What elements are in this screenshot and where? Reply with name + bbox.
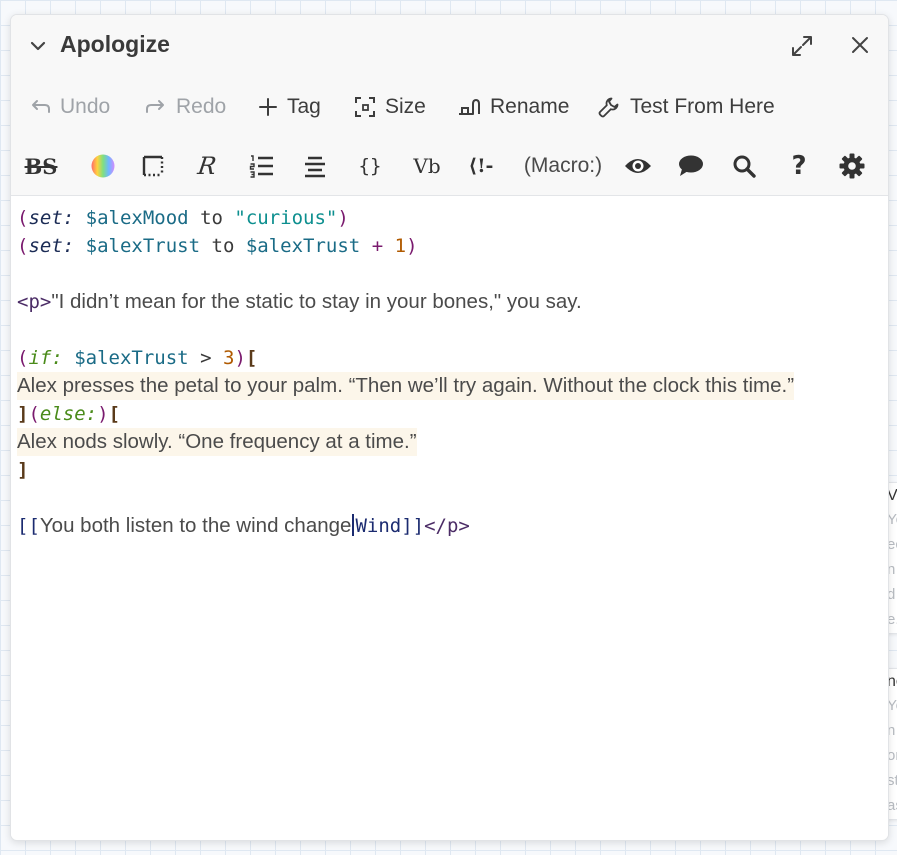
braces-label: {}	[358, 155, 382, 177]
dotted-border-icon	[142, 155, 164, 177]
border-button[interactable]	[140, 151, 166, 181]
comment-label: ⟨!-	[468, 155, 494, 177]
test-from-here-button[interactable]: Test From Here	[597, 93, 775, 121]
bold-strike-label: BS	[24, 153, 58, 179]
undo-button[interactable]: Undo	[29, 93, 110, 121]
code-line: (set: $alexTrust to $alexTrust + 1)	[17, 235, 418, 257]
special-font-label: R	[195, 152, 218, 180]
passage-text-editor[interactable]: (set: $alexMood to "curious") (set: $ale…	[11, 196, 888, 836]
list-button[interactable]	[248, 151, 276, 181]
rename-label: Rename	[490, 95, 570, 118]
rename-icon	[459, 99, 480, 115]
resize-icon	[355, 97, 375, 117]
search-icon	[733, 155, 756, 178]
code-line: (if: $alexTrust > 3)[	[17, 347, 258, 369]
close-icon[interactable]	[849, 34, 871, 56]
chevron-down-icon[interactable]	[29, 37, 47, 55]
code-line: Alex presses the petal to your palm. “Th…	[17, 372, 795, 400]
align-button[interactable]	[302, 151, 328, 181]
wrench-icon	[598, 97, 619, 118]
macro-button[interactable]: (Macro:)	[517, 151, 609, 181]
verbatim-button[interactable]: Vb	[411, 151, 443, 181]
macro-label: (Macro:)	[523, 154, 603, 177]
rainbow-palette-icon	[91, 154, 115, 178]
undo-label: Undo	[60, 95, 111, 118]
plus-icon	[259, 98, 277, 116]
comment-button[interactable]: ⟨!-	[463, 151, 499, 181]
dialog-title: Apologize	[60, 31, 170, 57]
align-center-icon	[305, 156, 325, 178]
code-line: <p>"I didn’t mean for the static to stay…	[17, 290, 582, 313]
numbered-list-icon	[249, 155, 273, 178]
collapse-whitespace-button[interactable]: {}	[355, 151, 385, 181]
redo-icon	[146, 100, 164, 113]
harlowe-toolbar: BS R {} Vb ⟨!- (Macro:) ?	[11, 135, 888, 196]
eye-icon	[625, 159, 651, 173]
preview-button[interactable]	[623, 151, 653, 181]
rename-button[interactable]: Rename	[457, 93, 569, 121]
help-label: ?	[791, 151, 807, 181]
bold-strike-button[interactable]: BS	[23, 151, 59, 181]
settings-button[interactable]	[838, 151, 866, 181]
code-line: (set: $alexMood to "curious")	[17, 207, 349, 229]
find-button[interactable]	[731, 151, 757, 181]
passage-actions: Undo Redo Tag Size Rename Test From Here	[11, 77, 888, 135]
gear-icon	[839, 153, 865, 179]
verbatim-label: Vb	[413, 154, 441, 178]
tag-button[interactable]: Tag	[258, 93, 321, 121]
undo-icon	[32, 100, 50, 113]
help-button[interactable]: ?	[787, 151, 811, 181]
redo-button[interactable]: Redo	[145, 93, 226, 121]
code-line: ](else:)[	[17, 403, 121, 425]
special-font-button[interactable]: R	[192, 151, 222, 181]
speech-button[interactable]	[677, 151, 705, 181]
colour-button[interactable]	[89, 151, 117, 181]
size-label: Size	[385, 95, 426, 118]
tag-label: Tag	[287, 95, 321, 118]
speech-bubble-icon	[679, 155, 703, 176]
passage-edit-dialog: Apologize Undo Redo Tag Size Rename Test…	[10, 14, 889, 841]
code-line: ]	[17, 459, 29, 481]
maximize-icon[interactable]	[790, 34, 814, 58]
redo-label: Redo	[176, 95, 227, 118]
code-line: Alex nods slowly. “One frequency at a ti…	[17, 428, 417, 456]
dialog-titlebar: Apologize	[11, 15, 888, 77]
size-button[interactable]: Size	[354, 93, 426, 121]
test-from-here-label: Test From Here	[630, 95, 775, 118]
code-line: [[You both listen to the wind change Wind…	[17, 514, 470, 537]
